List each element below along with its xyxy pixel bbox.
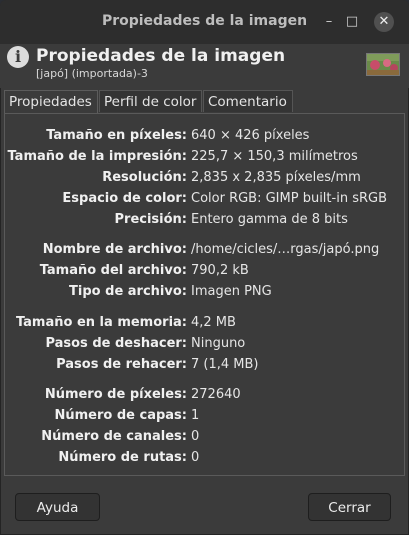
property-row: Número de canales: 0: [5, 429, 406, 449]
info-icon: i: [7, 46, 29, 68]
property-value: 7 (1,4 MB): [191, 357, 259, 372]
titlebar[interactable]: Propiedades de la imagen – □ ✕: [0, 0, 409, 44]
property-row: Espacio de color: Color RGB: GIMP built-…: [5, 191, 406, 211]
image-thumbnail: [366, 53, 400, 76]
property-label: Número de canales:: [41, 429, 187, 444]
property-value: 225,7 × 150,3 milímetros: [191, 149, 358, 164]
image-properties-dialog: Propiedades de la imagen – □ ✕ i Propied…: [0, 0, 409, 535]
minimize-icon[interactable]: –: [319, 12, 339, 32]
property-row: Número de capas: 1: [5, 408, 406, 428]
property-label: Nombre de archivo:: [42, 242, 187, 257]
help-button[interactable]: Ayuda: [15, 493, 100, 521]
property-value: 0: [191, 450, 200, 465]
property-label: Tamaño en la memoria:: [15, 315, 187, 330]
property-value: 1: [191, 408, 200, 423]
property-label: Tipo de archivo:: [69, 284, 187, 299]
property-row: Tamaño en la memoria: 4,2 MB: [5, 315, 406, 335]
property-value: Ninguno: [191, 336, 246, 351]
close-button[interactable]: Cerrar: [308, 493, 391, 521]
property-row: Tamaño en píxeles: 640 × 426 píxeles: [5, 128, 406, 148]
property-row: Nombre de archivo: /home/cicles/…rgas/ja…: [5, 242, 406, 262]
dialog-heading: Propiedades de la imagen: [36, 46, 286, 66]
properties-panel: Tamaño en píxeles: 640 × 426 píxeles Tam…: [4, 113, 405, 476]
property-label: Número de rutas:: [58, 450, 187, 465]
property-value: 4,2 MB: [191, 315, 236, 330]
property-value: /home/cicles/…rgas/japó.png: [191, 242, 380, 257]
property-row: Pasos de rehacer: 7 (1,4 MB): [5, 357, 406, 377]
property-row: Resolución: 2,835 x 2,835 píxeles/mm: [5, 170, 406, 190]
property-value: 0: [191, 429, 200, 444]
property-label: Número de píxeles:: [44, 387, 187, 402]
property-label: Tamaño del archivo:: [39, 263, 187, 278]
property-label: Pasos de rehacer:: [56, 357, 187, 372]
property-value: 640 × 426 píxeles: [191, 128, 310, 143]
property-row: Tamaño del archivo: 790,2 kB: [5, 263, 406, 283]
property-row: Pasos de deshacer: Ninguno: [5, 336, 406, 356]
tab-color-profile[interactable]: Perfil de color: [99, 90, 202, 112]
property-row: Número de rutas: 0: [5, 450, 406, 470]
property-row: Número de píxeles: 272640: [5, 387, 406, 407]
property-row: Tamaño de la impresión: 225,7 × 150,3 mi…: [5, 149, 406, 169]
close-icon[interactable]: ✕: [374, 12, 394, 32]
maximize-icon[interactable]: □: [342, 12, 362, 32]
property-label: Pasos de deshacer:: [45, 336, 187, 351]
property-value: Imagen PNG: [191, 284, 272, 299]
property-label: Espacio de color:: [62, 191, 187, 206]
property-label: Número de capas:: [54, 408, 187, 423]
property-value: 272640: [191, 387, 241, 402]
property-value: Color RGB: GIMP built-in sRGB: [191, 191, 387, 206]
property-row: Precisión: Entero gamma de 8 bits: [5, 212, 406, 232]
tab-comment[interactable]: Comentario: [203, 90, 293, 112]
image-name: [japó] (importada)-3: [36, 67, 148, 80]
property-value: Entero gamma de 8 bits: [191, 212, 348, 227]
property-label: Resolución:: [102, 170, 187, 185]
property-label: Tamaño de la impresión:: [7, 149, 187, 164]
property-value: 790,2 kB: [191, 263, 249, 278]
property-row: Tipo de archivo: Imagen PNG: [5, 284, 406, 304]
tab-properties[interactable]: Propiedades: [4, 90, 98, 114]
property-label: Tamaño en píxeles:: [46, 128, 187, 143]
property-value: 2,835 x 2,835 píxeles/mm: [191, 170, 361, 185]
property-label: Precisión:: [114, 212, 188, 227]
